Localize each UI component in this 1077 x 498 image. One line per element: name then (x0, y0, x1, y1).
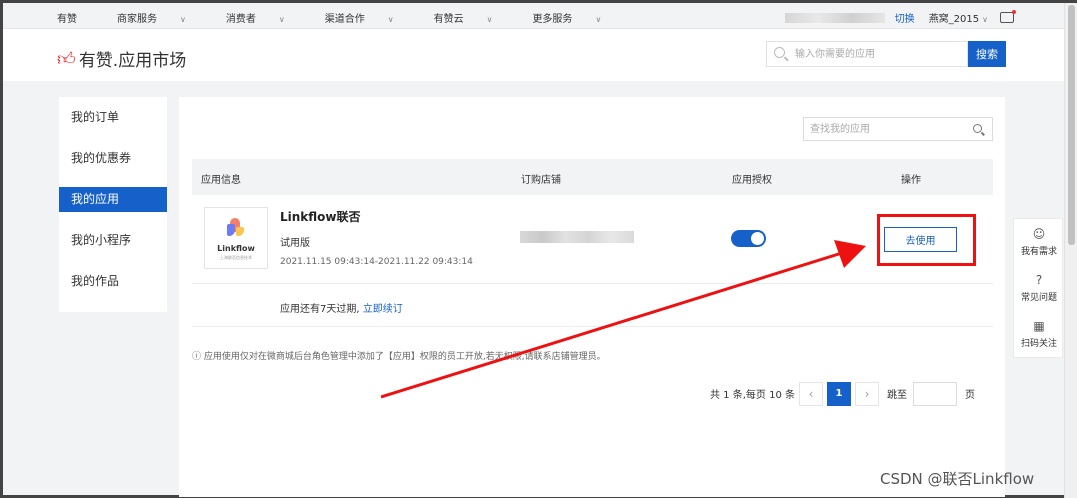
column-header-app-info: 应用信息 (201, 175, 241, 186)
switch-shop-link[interactable]: 切换 (895, 10, 915, 25)
top-nav: 有赞 商家服务 ∨ 消费者 ∨ 渠道合作 ∨ 有赞云 ∨ 更多服务 ∨ (57, 10, 641, 25)
sidebar-item-my-coupons[interactable]: 我的优惠券 (59, 146, 167, 171)
chevron-down-icon: ∨ (982, 15, 988, 24)
jump-label: 跳至 (886, 390, 907, 401)
search-button[interactable]: 搜索 (968, 41, 1006, 67)
logo-subtitle: 上海联否信息技术 (220, 255, 252, 260)
smile-chat-icon: ☺ (1032, 227, 1046, 241)
app-date-range: 2021.11.15 09:43:14-2021.11.22 09:43:14 (280, 257, 473, 267)
nav-item-youzan-cloud[interactable]: 有赞云 ∨ (434, 10, 513, 25)
site-header: 👍︎ 有赞.应用市场 搜索 (3, 29, 1064, 81)
column-header-shop: 订购店铺 (521, 175, 561, 186)
table-header: 应用信息 订购店铺 应用授权 操作 (192, 159, 993, 195)
sidebar-item-my-mini-programs[interactable]: 我的小程序 (59, 228, 167, 253)
nav-item-more-services[interactable]: 更多服务 ∨ (532, 10, 621, 25)
nav-item-consumers[interactable]: 消费者 ∨ (226, 10, 305, 25)
nav-item-merchant-services[interactable]: 商家服务 ∨ (117, 10, 206, 25)
question-icon: ? (1035, 273, 1043, 287)
linkflow-mark-icon (227, 218, 245, 238)
permission-note: ⓘ 应用使用仅对在微商城后台角色管理中添加了【应用】权限的员工开放,若无权限,请… (192, 352, 606, 362)
renew-link[interactable]: 立即续订 (363, 304, 403, 315)
float-item-qrcode[interactable]: ▦ 扫码关注 (1014, 319, 1064, 349)
search-icon (774, 47, 785, 58)
logo-wordmark: Linkflow (217, 244, 255, 253)
use-app-button[interactable]: 去使用 (884, 227, 957, 252)
floating-help-panel: ☺ 我有需求 ? 常见问题 ▦ 扫码关注 (1013, 218, 1063, 358)
sidebar-item-my-apps[interactable]: 我的应用 (59, 187, 167, 212)
scrollbar-thumb[interactable] (1068, 5, 1075, 245)
jump-page-input[interactable] (912, 381, 957, 406)
page-unit-label: 页 (964, 390, 975, 401)
next-page-button[interactable]: › (854, 381, 879, 406)
logo-text: 有赞.应用市场 (78, 51, 187, 71)
pagination: 共 1 条,每页 10 条 ‹ 1 › 跳至 页 (710, 381, 975, 406)
my-app-search-input[interactable] (810, 118, 965, 140)
app-logo: Linkflow 上海联否信息技术 (204, 207, 268, 269)
user-menu[interactable]: 燕窝_2015 ∨ (929, 10, 988, 25)
page-button-1[interactable]: 1 (826, 381, 851, 406)
my-app-search-box (803, 117, 993, 141)
sidebar-item-my-works[interactable]: 我的作品 (59, 269, 167, 294)
top-navigation-bar: 有赞 商家服务 ∨ 消费者 ∨ 渠道合作 ∨ 有赞云 ∨ 更多服务 ∨ 切换 燕窝_201… (3, 3, 1064, 29)
float-item-request[interactable]: ☺ 我有需求 (1014, 227, 1064, 257)
app-market-logo[interactable]: 👍︎ 有赞.应用市场 (57, 46, 187, 72)
sidebar: 我的订单 我的优惠券 我的应用 我的小程序 我的作品 (59, 97, 167, 312)
chevron-down-icon: ∨ (387, 15, 394, 24)
chevron-down-icon: ∨ (180, 15, 186, 24)
prev-page-button[interactable]: ‹ (798, 381, 823, 406)
app-name: Linkflow联否 (280, 210, 361, 224)
market-search-box (766, 41, 968, 67)
expire-notice: 应用还有7天过期, 立即续订 (280, 304, 403, 315)
main-content: 应用信息 订购店铺 应用授权 操作 Linkflow 上海联否信息技术 Link… (179, 97, 1005, 497)
column-header-authorization: 应用授权 (732, 175, 772, 186)
chevron-down-icon: ∨ (278, 15, 285, 24)
qrcode-icon: ▦ (1033, 319, 1045, 333)
page-scrollbar[interactable] (1064, 3, 1077, 498)
row-divider (192, 283, 993, 284)
blurred-shop-name (520, 231, 634, 243)
nav-item-channel-partners[interactable]: 渠道合作 ∨ (325, 10, 414, 25)
account-area: 切换 燕窝_2015 ∨ (784, 10, 1016, 25)
chevron-down-icon: ∨ (486, 15, 493, 24)
thumbs-up-icon: 👍︎ (57, 48, 76, 70)
toggle-knob (751, 232, 764, 245)
chevron-down-icon: ∨ (595, 15, 602, 24)
nav-item-youzan[interactable]: 有赞 (57, 10, 97, 25)
authorization-toggle[interactable] (731, 230, 766, 247)
search-icon[interactable] (973, 124, 982, 133)
app-version: 试用版 (280, 238, 310, 249)
row-divider (192, 326, 993, 327)
float-item-faq[interactable]: ? 常见问题 (1014, 273, 1064, 303)
notification-dot (1012, 10, 1016, 14)
blurred-shop-name (784, 12, 885, 23)
csdn-watermark: CSDN @联否Linkflow (880, 470, 1035, 488)
market-search-input[interactable] (795, 42, 965, 66)
pagination-summary: 共 1 条,每页 10 条 (710, 390, 795, 401)
message-icon[interactable] (1000, 10, 1016, 23)
column-header-action: 操作 (901, 175, 921, 186)
sidebar-item-my-orders[interactable]: 我的订单 (59, 105, 167, 130)
